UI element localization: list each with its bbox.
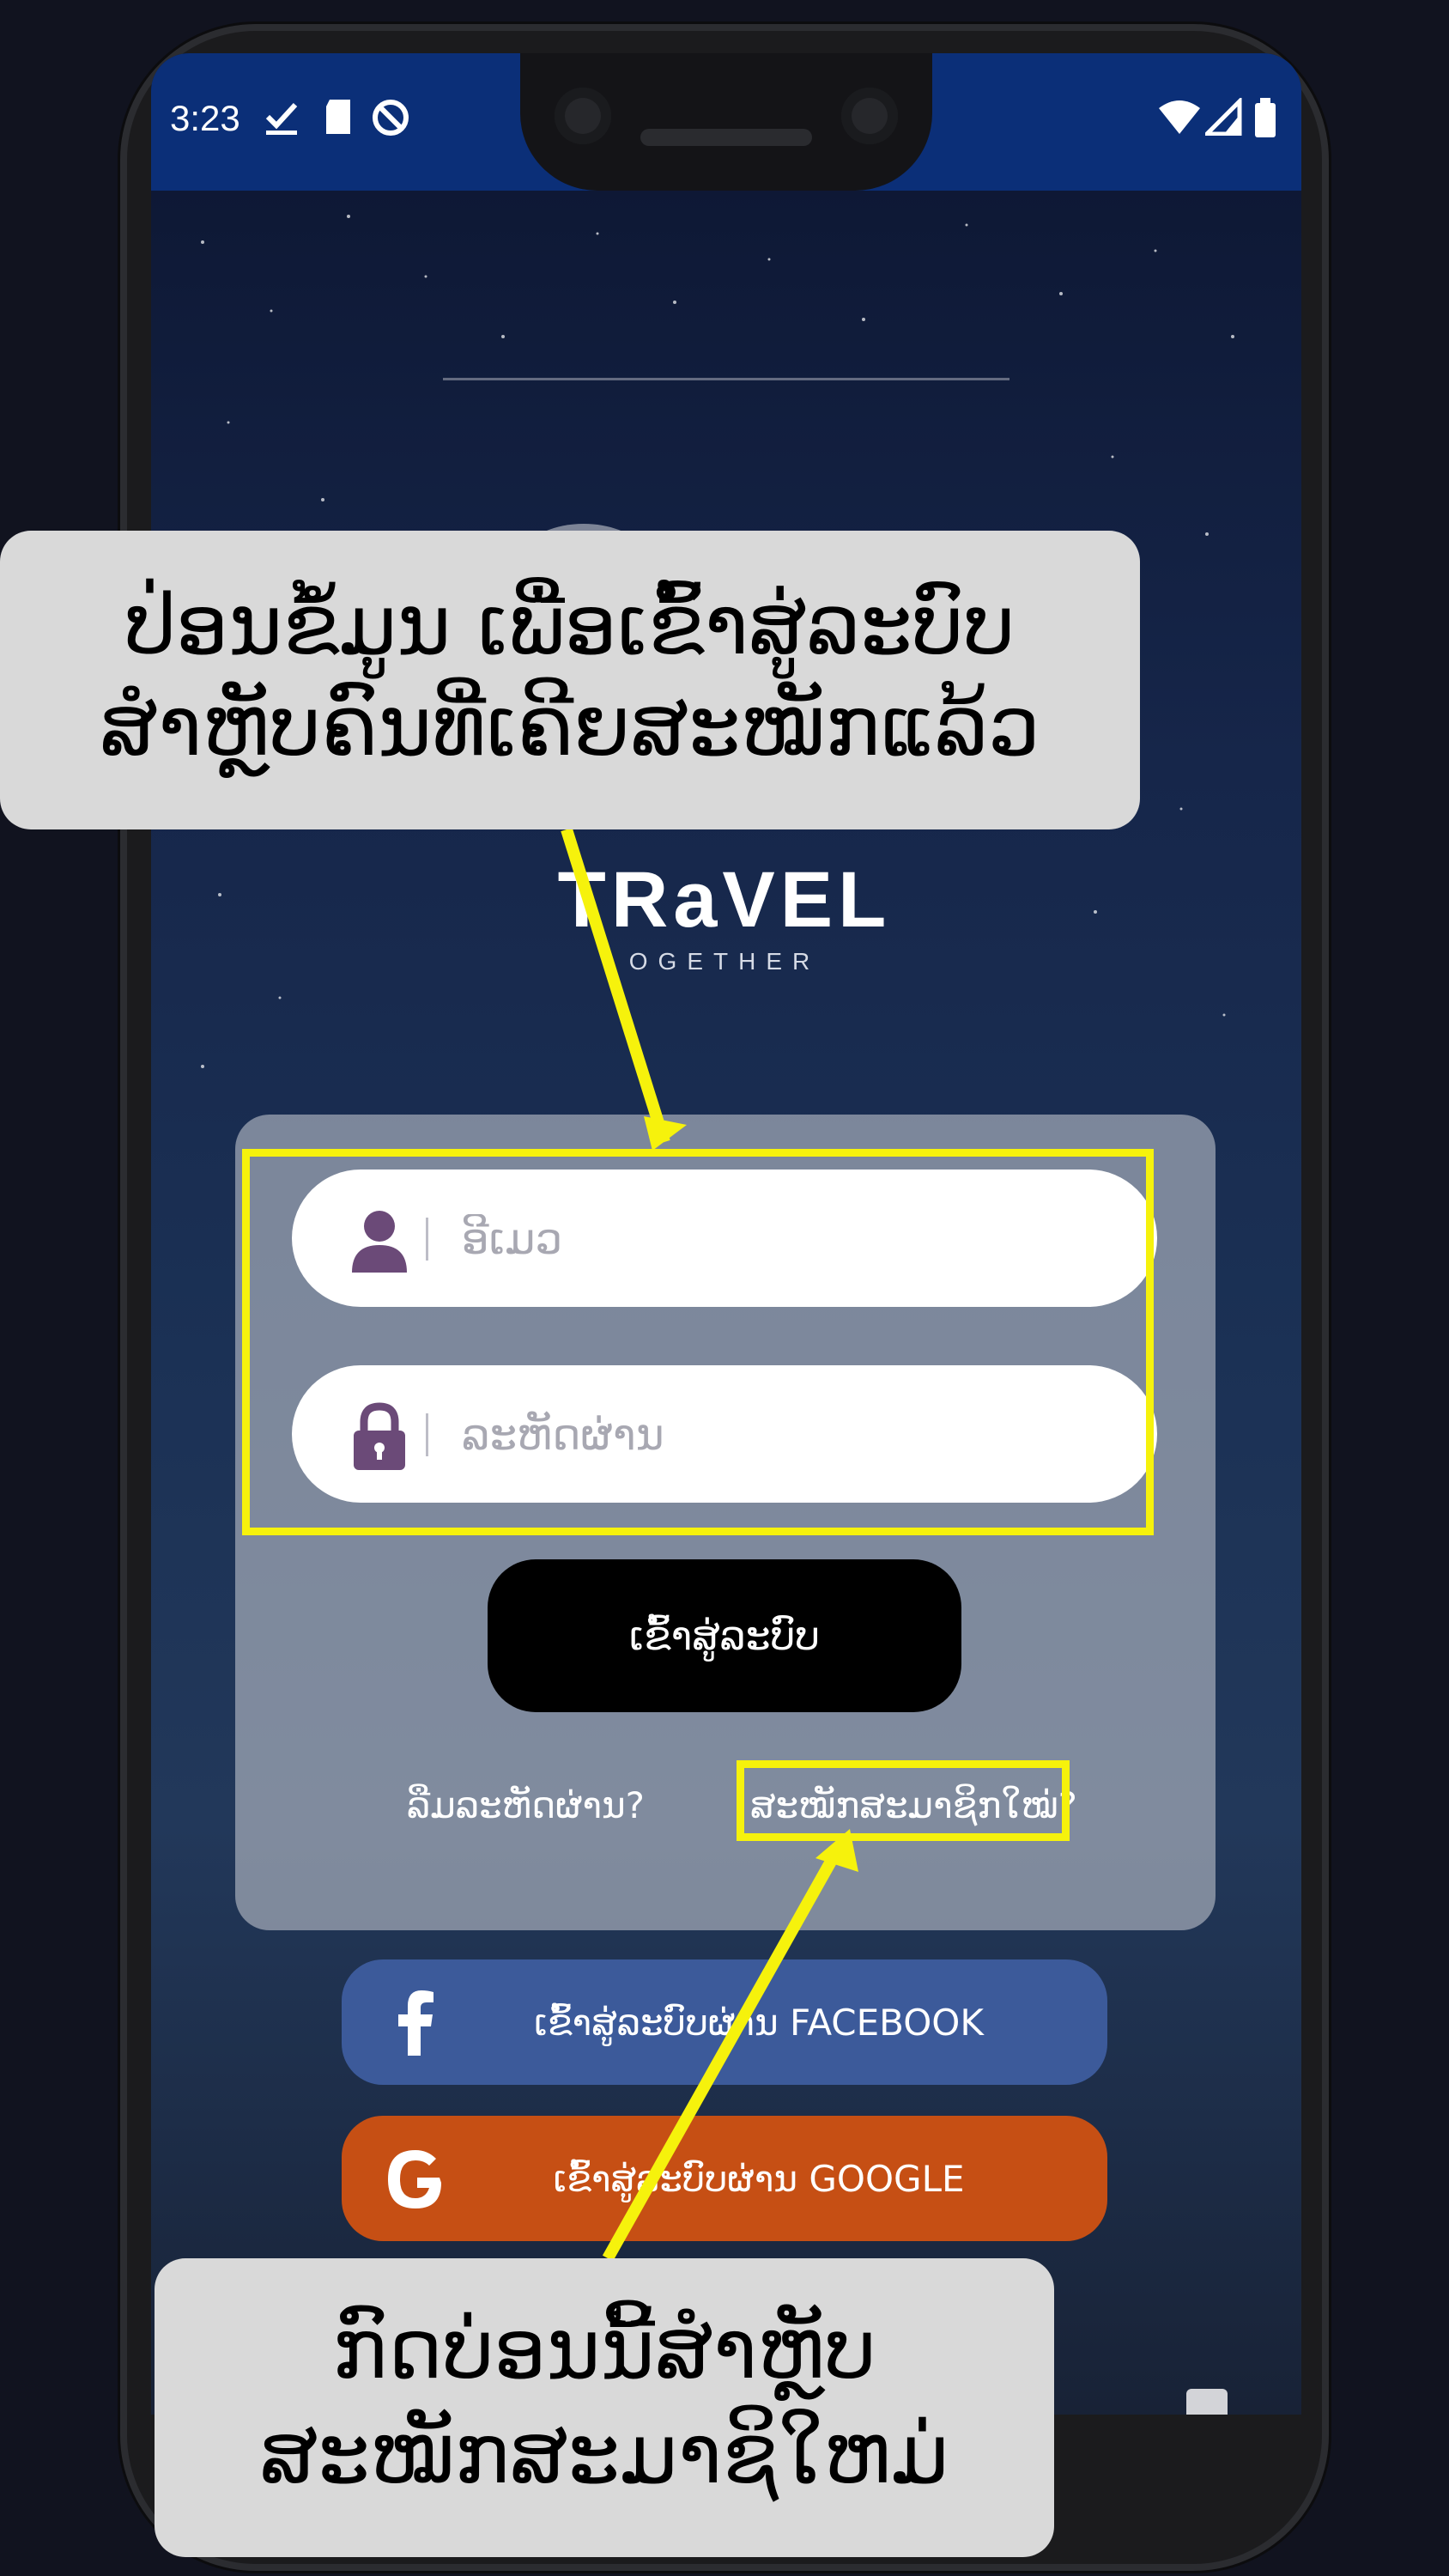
- arrow-to-register: [602, 1843, 846, 2262]
- login-callout: ປ່ອນຂໍ້ມູນ ເພື່ອເຂົ້າສູ່ລະບົບ ສຳຫຼັບຄົນທ…: [0, 531, 1140, 829]
- register-callout: ກົດບ່ອນນີ້ສຳຫຼັບ ສະໝັກສະມາຊິໃຫມ່: [155, 2258, 1054, 2557]
- annotation-arrows: [561, 827, 858, 2262]
- login-callout-line-1: ປ່ອນຂໍ້ມູນ ເພື່ອເຂົ້າສູ່ລະບົບ: [124, 577, 1016, 673]
- register-callout-line-1: ກົດບ່ອນນີ້ສຳຫຼັບ: [332, 2301, 876, 2397]
- arrow-to-credentials: [561, 827, 670, 1145]
- login-callout-line-2: ສຳຫຼັບຄົນທີ່ເຄີຍສະໝັກແລ້ວ: [100, 678, 1040, 775]
- register-callout-line-2: ສະໝັກສະມາຊິໃຫມ່: [259, 2406, 949, 2502]
- arrow-head-icon: [644, 1116, 687, 1151]
